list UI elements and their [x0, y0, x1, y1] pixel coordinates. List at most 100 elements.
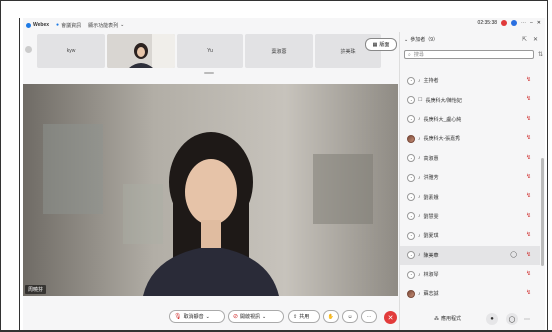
mic-muted-icon[interactable]: ↯	[526, 173, 531, 180]
avatar-icon: ◔	[407, 231, 415, 240]
mic-icon: ♪	[418, 135, 421, 142]
list-item[interactable]: ◔ ☐ 長庚科大/陳怡妃 ↯	[400, 90, 540, 109]
share-label: 共用	[299, 314, 310, 320]
mic-icon: ♪	[418, 77, 421, 84]
mic-muted-icon[interactable]: ↯	[526, 115, 531, 122]
more-icon: ⋯	[366, 313, 372, 320]
mic-icon: ♪	[418, 271, 421, 278]
mic-muted-icon[interactable]: ↯	[526, 76, 531, 83]
list-item[interactable]: ♪ 長庚科大-張嘉秀 ↯	[400, 129, 540, 148]
reactions-button[interactable]: ☺	[342, 310, 358, 323]
raise-hand-button[interactable]: ✋	[323, 310, 339, 323]
webex-logo-icon	[26, 22, 31, 28]
menu-toggle[interactable]: 顯示功能表列 ⌄	[88, 22, 124, 29]
list-item[interactable]: ◔ ♪ 劉素娥 ↯	[400, 187, 540, 206]
list-item[interactable]: ◔ ♪ 洪雅芳 ↯	[400, 168, 540, 187]
chat-button[interactable]: ◯	[506, 313, 518, 325]
avatar-photo	[407, 134, 415, 143]
search-input[interactable]: ⌕ 搜尋	[404, 50, 534, 59]
more-icon[interactable]: ⋯	[524, 316, 530, 323]
mic-muted-icon[interactable]: ↯	[526, 134, 531, 141]
mic-icon: ♪	[418, 155, 421, 162]
participant-name: 長庚科大/陳怡妃	[425, 97, 462, 104]
apps-button[interactable]: ⁂ 應用程式	[434, 315, 462, 323]
participant-name: 劉素娥	[423, 194, 439, 201]
window-controls: 02:35:38 ⋯ – ✕	[478, 20, 541, 26]
main-video: 周曉芬	[23, 84, 398, 296]
mic-icon: ♪	[418, 252, 421, 259]
thumbnail-video	[107, 34, 175, 68]
more-options-button[interactable]: ⋯	[361, 310, 377, 323]
speaker-name-tag: 周曉芬	[25, 285, 47, 294]
chevron-down-icon: ⌄	[205, 313, 210, 320]
participant-tile[interactable]: kyw	[37, 34, 105, 68]
list-item[interactable]: ◔ ♪ 高淑惠 ↯	[400, 149, 540, 168]
scroll-left-icon[interactable]	[25, 46, 32, 53]
participant-name: 高淑惠	[423, 155, 439, 162]
panel-header[interactable]: ⌄ 參加者（9）	[404, 36, 438, 44]
participant-tile[interactable]: Yu	[177, 34, 243, 68]
start-video-button[interactable]: ⊘ 開啟視訊 ⌄	[228, 310, 284, 323]
list-item[interactable]: ◔ ♪ 劉夏琪 ↯	[400, 226, 540, 245]
chevron-down-icon: ⌄	[404, 36, 409, 43]
avatar-icon: ◔	[407, 251, 415, 260]
mic-muted-icon[interactable]: ↯	[526, 251, 531, 258]
participant-tile[interactable]: 葉淑蓉	[245, 34, 313, 68]
brand: Webex	[26, 22, 49, 28]
participant-tile-video[interactable]	[107, 34, 175, 68]
layout-label: 版面	[379, 42, 390, 48]
mic-muted-icon[interactable]: ↯	[526, 212, 531, 219]
list-item[interactable]: ♪ 蘇志誠 ↯	[400, 284, 540, 303]
panel-scrollbar[interactable]	[541, 158, 544, 266]
mic-muted-icon[interactable]: ↯	[526, 154, 531, 161]
unmute-button[interactable]: 🎙 取消靜音 ⌄	[169, 310, 225, 323]
minimize-icon[interactable]: –	[530, 20, 533, 26]
chat-icon[interactable]: ◯	[510, 251, 517, 258]
participant-name: 劉夏琪	[423, 233, 439, 240]
meeting-info-button[interactable]: ● 會議資訊	[56, 22, 81, 29]
chevron-down-icon: ⌄	[120, 22, 125, 28]
start-video-label: 開啟視訊	[240, 314, 261, 320]
unmute-label: 取消靜音	[183, 314, 204, 320]
close-icon: ✕	[387, 314, 394, 322]
meeting-timer: 02:35:38	[477, 20, 498, 26]
recording-icon	[501, 20, 508, 26]
mic-icon: ♪	[418, 290, 421, 297]
strip-scroll-indicator[interactable]	[204, 72, 214, 74]
layout-button[interactable]: ▦ 版面	[365, 38, 397, 51]
phone-icon: ☐	[418, 97, 423, 104]
mic-muted-icon[interactable]: ↯	[526, 192, 531, 199]
tile-name: 許美珠	[340, 48, 356, 55]
tile-name: 葉淑蓉	[271, 48, 287, 55]
list-item[interactable]: ◔ ♪ 長庚科大_盧心純 ↯	[400, 110, 540, 129]
mic-muted-icon[interactable]: ↯	[526, 289, 531, 296]
mic-muted-icon[interactable]: ↯	[526, 95, 531, 102]
sort-icon[interactable]: ⇅	[538, 51, 543, 58]
popout-icon[interactable]: ⇱	[522, 36, 527, 43]
avatar-icon: ◔	[407, 193, 415, 202]
list-item[interactable]: ◔ ♪ 主持者 ↯	[400, 71, 540, 90]
list-item[interactable]: ◔ ♪ 林淑琴 ↯	[400, 265, 540, 284]
mic-icon: ♪	[418, 116, 421, 123]
participant-name: 劉慧雯	[423, 213, 439, 220]
apps-label: 應用程式	[441, 316, 462, 322]
participants-button[interactable]: ●	[486, 313, 498, 325]
close-panel-icon[interactable]: ✕	[533, 36, 538, 43]
search-icon: ⌕	[408, 51, 411, 58]
participant-strip: kyw Yu 葉淑蓉 許美珠	[23, 32, 398, 72]
speaker-video	[23, 84, 398, 296]
share-button[interactable]: ⇪ 共用	[288, 310, 320, 323]
mic-icon: ♪	[418, 213, 421, 220]
mic-muted-icon[interactable]: ↯	[526, 270, 531, 277]
mic-muted-icon[interactable]: ↯	[526, 231, 531, 238]
participant-name: 林淑琴	[423, 272, 439, 279]
list-item[interactable]: ◔ ♪ 劉慧雯 ↯	[400, 207, 540, 226]
close-window-icon[interactable]: ✕	[537, 20, 541, 26]
end-meeting-button[interactable]: ✕	[384, 311, 397, 324]
more-icon[interactable]: ⋯	[521, 20, 526, 26]
meeting-info-label: 會議資訊	[61, 22, 82, 29]
menu-label: 顯示功能表列	[88, 22, 119, 29]
participant-name: 長庚科大_盧心純	[423, 116, 462, 123]
video-off-icon: ⊘	[233, 314, 239, 320]
list-item-selected[interactable]: ◔ ♪ 陳美華 ◯ ↯	[400, 245, 540, 265]
